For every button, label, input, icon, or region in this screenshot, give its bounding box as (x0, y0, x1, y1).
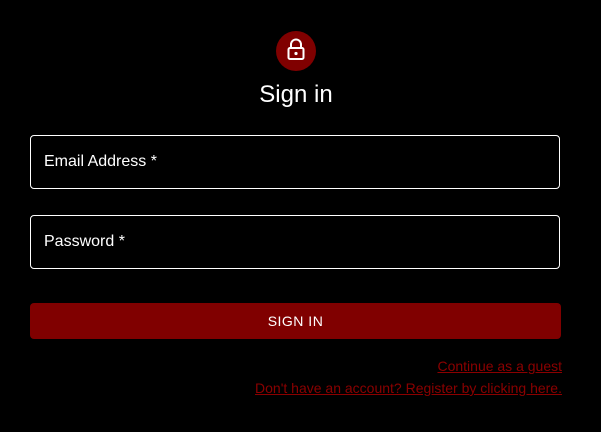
sign-in-page: Sign in Email Address * Password * SIGN … (0, 0, 601, 432)
continue-as-guest-link[interactable]: Continue as a guest (437, 357, 562, 375)
register-link[interactable]: Don't have an account? Register by click… (255, 379, 562, 397)
page-title: Sign in (259, 81, 333, 108)
password-field[interactable]: Password * (30, 215, 560, 269)
lock-icon (286, 38, 306, 65)
sign-in-button[interactable]: SIGN IN (30, 303, 561, 339)
avatar (276, 31, 316, 71)
email-field[interactable]: Email Address * (30, 135, 560, 189)
email-input[interactable] (31, 136, 559, 188)
password-input[interactable] (31, 216, 559, 268)
